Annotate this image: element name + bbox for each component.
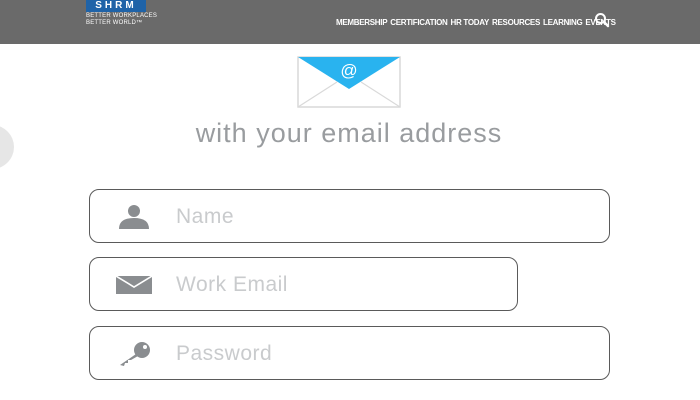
user-icon xyxy=(119,205,149,229)
nav-item-hr-today[interactable]: HR TODAY xyxy=(451,18,490,27)
search-icon[interactable] xyxy=(594,12,610,28)
page-heading: with your email address xyxy=(0,118,700,149)
main-nav: MEMBERSHIP CERTIFICATION HR TODAY RESOUR… xyxy=(336,0,616,44)
shrm-logo[interactable]: SHRM BETTER WORKPLACES BETTER WORLD™ xyxy=(86,0,157,34)
logo-tagline: BETTER WORKPLACES BETTER WORLD™ xyxy=(86,13,176,27)
heading-text: with your email address xyxy=(195,118,503,148)
work-email-input[interactable] xyxy=(174,268,505,302)
top-navigation-bar: SHRM BETTER WORKPLACES BETTER WORLD™ MEM… xyxy=(0,0,700,44)
name-field[interactable] xyxy=(89,189,610,243)
logo-tagline-line2: BETTER WORLD™ xyxy=(86,20,143,26)
nav-item-certification[interactable]: CERTIFICATION xyxy=(390,18,448,27)
nav-item-resources[interactable]: RESOURCES xyxy=(492,18,540,27)
mail-icon xyxy=(116,275,152,294)
logo-wordmark: SHRM xyxy=(86,0,146,12)
email-envelope-icon: @ xyxy=(297,56,401,108)
password-input[interactable] xyxy=(174,337,597,371)
password-field[interactable] xyxy=(89,326,610,380)
nav-item-membership[interactable]: MEMBERSHIP xyxy=(336,18,388,27)
nav-item-learning[interactable]: LEARNING xyxy=(543,18,583,27)
logo-tagline-line1: BETTER WORKPLACES xyxy=(86,13,158,19)
key-icon xyxy=(120,342,150,366)
svg-text:@: @ xyxy=(340,61,357,80)
name-input[interactable] xyxy=(174,200,597,234)
work-email-field[interactable] xyxy=(89,257,518,311)
